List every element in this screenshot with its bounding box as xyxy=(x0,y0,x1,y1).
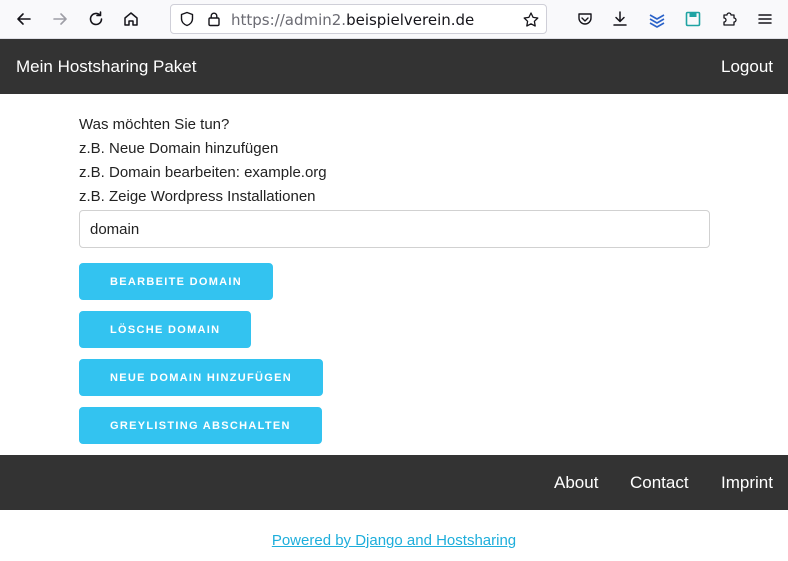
site-header: Mein Hostsharing Paket Logout xyxy=(0,39,788,94)
menu-button[interactable] xyxy=(752,6,778,32)
command-input[interactable] xyxy=(79,210,710,248)
save-extension-button[interactable] xyxy=(680,6,706,32)
arrow-right-icon xyxy=(53,13,67,25)
home-icon xyxy=(124,12,138,26)
add-domain-button[interactable]: Neue Domain hinzufügen xyxy=(79,359,323,396)
floppy-icon xyxy=(685,11,701,27)
url-prefix: https://admin2. xyxy=(231,11,347,29)
back-button[interactable] xyxy=(11,6,37,32)
forward-button[interactable] xyxy=(47,6,73,32)
hamburger-icon xyxy=(758,14,772,24)
disable-greylisting-button[interactable]: Greylisting abschalten xyxy=(79,407,322,444)
address-bar[interactable]: https://admin2.beispielverein.de xyxy=(170,4,547,34)
prompt-question: Was möchten Sie tun? xyxy=(79,116,230,133)
example-hint: z.B. Zeige Wordpress Installationen xyxy=(79,188,316,205)
lock-icon[interactable] xyxy=(206,11,222,27)
footer-imprint-link[interactable]: Imprint xyxy=(721,473,773,493)
reload-icon xyxy=(89,11,103,26)
shield-icon[interactable] xyxy=(179,11,195,27)
reload-button[interactable] xyxy=(83,6,109,32)
browser-toolbar: https://admin2.beispielverein.de xyxy=(0,0,788,39)
powered-by: Powered by Django and Hostsharing xyxy=(0,532,788,549)
star-icon[interactable] xyxy=(522,11,540,29)
example-hint: z.B. Neue Domain hinzufügen xyxy=(79,140,279,157)
extensions-button[interactable] xyxy=(716,6,742,32)
powered-by-link[interactable]: Powered by Django and Hostsharing xyxy=(272,532,516,549)
arrow-left-icon xyxy=(17,13,31,25)
home-button[interactable] xyxy=(118,6,144,32)
downloads-button[interactable] xyxy=(607,6,633,32)
footer-about-link[interactable]: About xyxy=(554,473,598,493)
layers-icon xyxy=(649,14,665,28)
main-content: Was möchten Sie tun? z.B. Neue Domain hi… xyxy=(79,94,710,455)
delete-domain-button[interactable]: Lösche Domain xyxy=(79,311,252,348)
site-footer: About Contact Imprint xyxy=(0,455,788,510)
layers-extension-button[interactable] xyxy=(644,6,670,32)
footer-contact-link[interactable]: Contact xyxy=(630,473,689,493)
pocket-icon xyxy=(578,13,592,25)
pocket-button[interactable] xyxy=(572,6,598,32)
download-icon xyxy=(613,11,627,26)
url-domain: beispielverein.de xyxy=(346,11,475,29)
edit-domain-button[interactable]: Bearbeite Domain xyxy=(79,263,274,300)
logout-link[interactable]: Logout xyxy=(721,57,773,77)
url-text[interactable]: https://admin2.beispielverein.de xyxy=(231,11,474,29)
example-hint: z.B. Domain bearbeiten: example.org xyxy=(79,164,327,181)
puzzle-icon xyxy=(723,12,737,26)
site-title[interactable]: Mein Hostsharing Paket xyxy=(16,57,196,77)
